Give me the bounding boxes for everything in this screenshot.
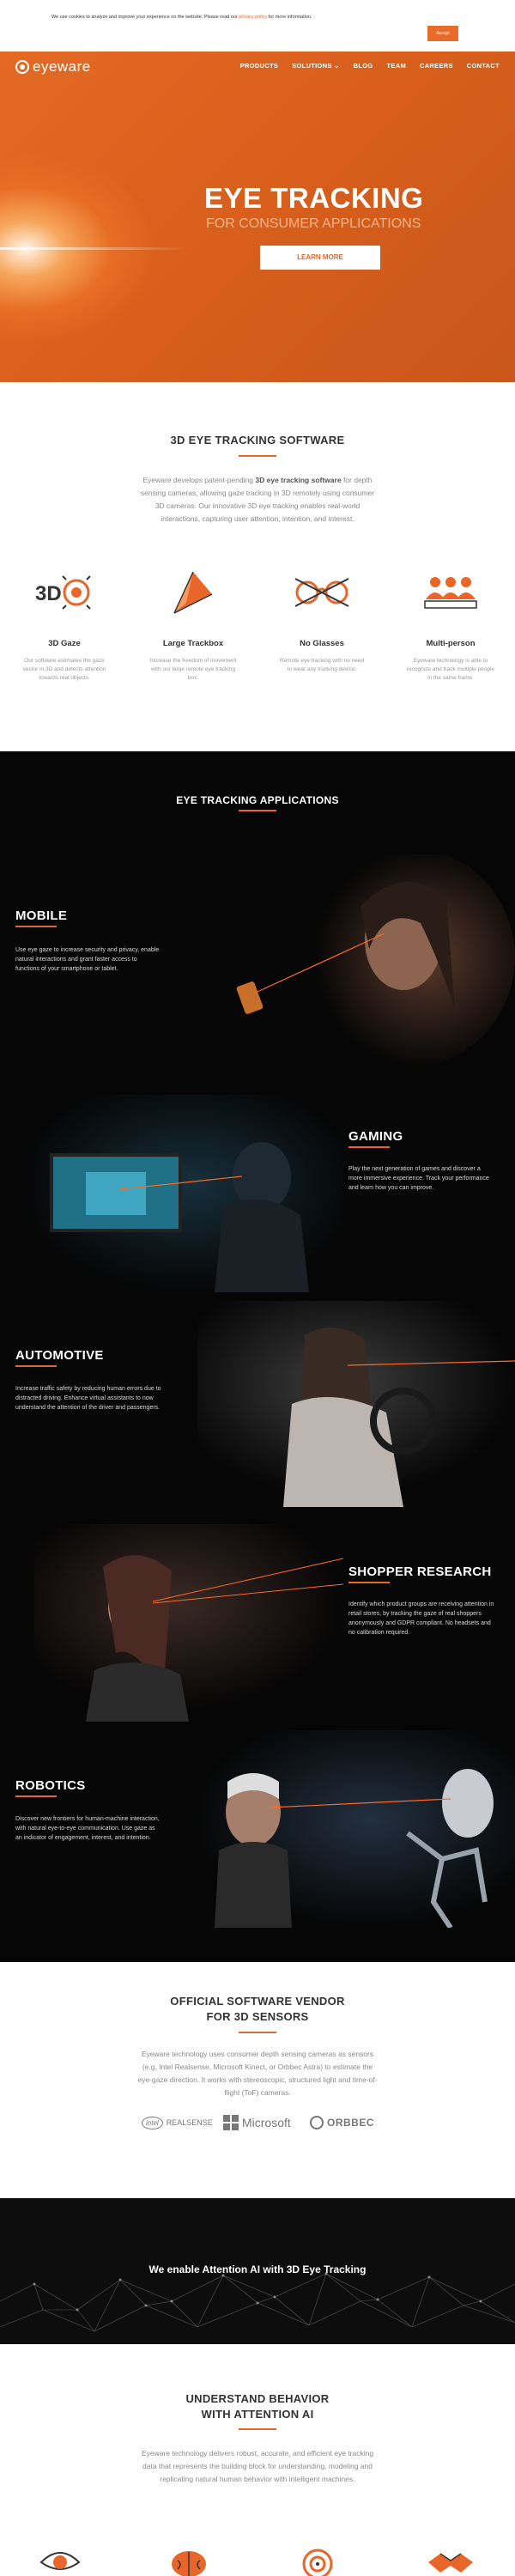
feature-title: 3D Gaze xyxy=(48,639,81,648)
app-desc-gaming: Play the next generation of games and di… xyxy=(348,1166,489,1191)
multi-person-icon xyxy=(399,565,502,620)
mobile-scene-image xyxy=(236,854,515,1069)
software-divider xyxy=(239,455,276,457)
glasses-icon xyxy=(270,565,373,620)
understand-body: Eyeware technology delivers robust, accu… xyxy=(141,2449,374,2483)
vendor-title-line-2: FOR 3D SENSORS xyxy=(206,2010,309,2023)
app-desc-shopper-research: Identify which product groups are receiv… xyxy=(348,1601,494,1636)
privacy-policy-link[interactable]: privacy policy xyxy=(239,15,267,20)
feature-3d-gaze: 3D 3D Gaze Our software estimates the ga… xyxy=(13,565,116,683)
target-touch-icon xyxy=(302,2549,333,2576)
main-nav: PRODUCTS SOLUTIONS ⌄ BLOG TEAM CAREERS C… xyxy=(240,62,500,70)
brain-icon xyxy=(172,2551,206,2576)
vendor-body: Eyeware technology uses consumer depth s… xyxy=(137,2050,378,2097)
vendor-divider xyxy=(239,2032,276,2033)
app-divider xyxy=(348,1146,390,1148)
applications-section: EYE TRACKING APPLICATIONS MOBILE Use eye… xyxy=(0,751,515,1962)
nav-products[interactable]: PRODUCTS xyxy=(240,62,279,70)
software-title: 3D EYE TRACKING SOFTWARE xyxy=(170,434,345,447)
shopper-scene-image xyxy=(34,1524,343,1722)
feature-multi-person: Multi-person Eyeware technology is able … xyxy=(399,565,502,683)
app-desc-automotive: Increase traffic safety by reducing huma… xyxy=(15,1386,161,1411)
microsoft-logo: Microsoft xyxy=(223,2112,291,2133)
nav-team[interactable]: TEAM xyxy=(387,62,406,70)
app-title-mobile: MOBILE xyxy=(15,908,68,923)
attention-ai-text: We enable Attention AI with 3D Eye Track… xyxy=(148,2263,367,2275)
feature-title: No Glasses xyxy=(300,639,344,648)
cookie-text: We use cookies to analyze and improve yo… xyxy=(52,15,312,20)
applications-title: EYE TRACKING APPLICATIONS xyxy=(176,794,339,806)
automotive-scene-image xyxy=(197,1301,515,1507)
attention-ai-banner: We enable Attention AI with 3D Eye Track… xyxy=(0,2198,515,2344)
applications-divider xyxy=(239,810,276,811)
app-title-robotics: ROBOTICS xyxy=(15,1778,86,1793)
intel-realsense-logo: intel REALSENSE xyxy=(142,2112,213,2133)
eye-target-icon xyxy=(39,2552,81,2570)
software-body: Eyeware develops patent-pending 3D eye t… xyxy=(137,474,378,526)
vendor-title-line-1: OFFICIAL SOFTWARE VENDOR xyxy=(170,1995,345,2008)
lens-flare xyxy=(0,247,189,250)
trackbox-icon xyxy=(142,565,245,620)
feature-desc: Eyeware technology is able to recognize … xyxy=(406,658,495,681)
feature-title: Multi-person xyxy=(426,639,476,648)
nav-contact[interactable]: CONTACT xyxy=(467,62,500,70)
cookie-accept-button[interactable]: Accept xyxy=(427,26,458,41)
cookie-text-after: for more information. xyxy=(268,15,312,20)
hero-subtitle: FOR CONSUMER APPLICATIONS xyxy=(206,216,421,231)
vendor-title: OFFICIAL SOFTWARE VENDOR FOR 3D SENSORS xyxy=(0,1994,515,2025)
app-divider xyxy=(15,1365,57,1367)
feature-title: Large Trackbox xyxy=(162,639,224,648)
handshake-icon xyxy=(428,2553,473,2573)
3d-gaze-icon: 3D xyxy=(13,565,116,620)
app-divider xyxy=(15,1795,57,1797)
svg-text:3D: 3D xyxy=(35,582,62,605)
logo-text: eyeware xyxy=(33,58,91,75)
feature-no-glasses: No Glasses Remote eye tracking with no n… xyxy=(270,565,373,674)
eye-logo-icon xyxy=(15,60,29,74)
orbbec-ring-icon xyxy=(310,2116,324,2129)
nav-careers[interactable]: CAREERS xyxy=(420,62,453,70)
windows-squares-icon xyxy=(223,2115,239,2130)
app-desc-mobile: Use eye gaze to increase security and pr… xyxy=(15,947,160,972)
app-title-automotive: AUTOMOTIVE xyxy=(15,1348,104,1363)
software-body-bold: 3D eye tracking software xyxy=(255,476,342,484)
app-title-shopper-research: SHOPPER RESEARCH xyxy=(348,1564,492,1579)
feature-desc: Remote eye tracking with no need to wear… xyxy=(279,658,365,672)
app-title-gaming: GAMING xyxy=(348,1129,403,1144)
orbbec-logo: ORBBEC xyxy=(309,2112,374,2133)
microsoft-text: Microsoft xyxy=(242,2116,291,2129)
learn-more-button[interactable]: LEARN MORE xyxy=(260,246,380,270)
realsense-text: REALSENSE xyxy=(166,2118,213,2127)
behavior-icons xyxy=(0,2542,515,2576)
hero-banner: eyeware PRODUCTS SOLUTIONS ⌄ BLOG TEAM C… xyxy=(0,52,515,382)
cookie-text-before: We use cookies to analyze and improve yo… xyxy=(52,15,238,20)
app-divider xyxy=(348,1582,390,1583)
understand-divider xyxy=(239,2428,276,2430)
nav-blog[interactable]: BLOG xyxy=(354,62,373,70)
vendor-logos: intel REALSENSE Microsoft ORBBEC xyxy=(142,2112,382,2133)
hero-title: EYE TRACKING xyxy=(204,182,424,214)
feature-large-trackbox: Large Trackbox Increase the freedom of m… xyxy=(142,565,245,683)
gaming-scene-image xyxy=(34,1095,343,1292)
robotics-scene-image xyxy=(193,1730,515,1928)
feature-desc: Increase the freedom of movement with ou… xyxy=(149,658,237,681)
orbbec-text: ORBBEC xyxy=(327,2117,375,2129)
feature-desc: Our software estimates the gaze vector i… xyxy=(22,658,106,681)
understand-title: UNDERSTAND BEHAVIOR WITH ATTENTION AI xyxy=(0,2391,515,2422)
nav-solutions[interactable]: SOLUTIONS ⌄ xyxy=(292,62,339,70)
understand-title-line-2: WITH ATTENTION AI xyxy=(201,2408,314,2421)
eyeware-logo[interactable]: eyeware xyxy=(15,58,91,76)
cookie-banner: We use cookies to analyze and improve yo… xyxy=(0,0,515,52)
app-divider xyxy=(15,926,57,927)
software-body-1: Eyeware develops patent-pending xyxy=(142,476,254,484)
intel-text: intel xyxy=(142,2116,163,2129)
understand-title-line-1: UNDERSTAND BEHAVIOR xyxy=(185,2392,330,2405)
app-desc-robotics: Discover new frontiers for human-machine… xyxy=(15,1816,160,1841)
